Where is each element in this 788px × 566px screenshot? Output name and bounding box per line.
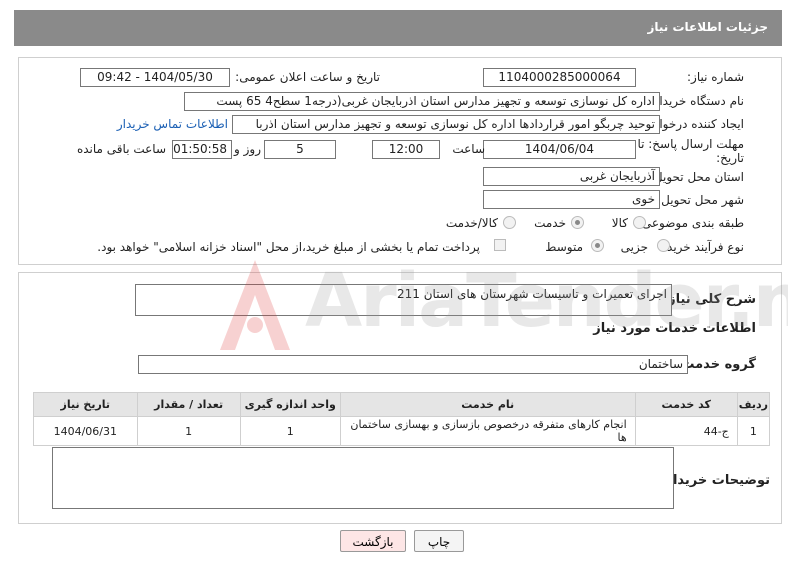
need-number-field: 1104000285000064 [483, 68, 636, 87]
creator-field: توحید چربگو امور قراردادها اداره کل نوسا… [232, 115, 660, 134]
table-row: 1 ج-44 انجام کارهای متفرقه درخصوص بازساز… [33, 416, 771, 446]
province-label: استان محل تحویل: [649, 170, 744, 184]
col-need-date: تاریخ نیاز [33, 392, 138, 417]
need-number-label: شماره نیاز: [687, 70, 744, 84]
service-group-label: گروه خدمت: [676, 357, 756, 372]
buyer-notes-label: توضیحات خریدار: [660, 473, 770, 488]
announce-date-field: 1404/05/30 - 09:42 [80, 68, 230, 87]
purchase-radio-medium[interactable] [591, 239, 604, 252]
announce-date-label: تاریخ و ساعت اعلان عمومی: [235, 70, 380, 84]
treasury-note: پرداخت تمام یا بخشی از مبلغ خرید،از محل … [97, 240, 480, 254]
city-field: خوی [483, 190, 660, 209]
summary-label: شرح کلی نیاز: [662, 292, 756, 307]
service-group-field: ساختمان [138, 355, 688, 374]
back-button[interactable]: بازگشت [340, 530, 406, 552]
time-remaining-label: ساعت باقی مانده [76, 142, 166, 156]
cell-row-number: 1 [736, 416, 771, 446]
province-field: آذربایجان غربی [483, 167, 660, 186]
deadline-time-field: 12:00 [372, 140, 440, 159]
cell-service-name: انجام کارهای متفرقه درخصوص بازسازی و بهس… [339, 416, 636, 446]
deadline-label: مهلت ارسال پاسخ: تا [637, 137, 744, 151]
category-radio-goods[interactable] [633, 216, 646, 229]
page-header: جزئیات اطلاعات نیاز [14, 10, 782, 46]
buyer-org-field: اداره کل نوسازی توسعه و تجهیز مدارس استا… [184, 92, 660, 111]
cell-unit: 1 [239, 416, 341, 446]
col-row-number: ردیف [736, 392, 771, 417]
category-radio-goods-service[interactable] [503, 216, 516, 229]
deadline-label-2: تاریخ: [716, 151, 744, 165]
category-option-service: خدمت [534, 216, 566, 230]
need-info-panel [18, 57, 782, 265]
deadline-time-label: ساعت [452, 142, 485, 156]
category-option-goods: کالا [611, 216, 628, 230]
days-remaining-field: 5 [264, 140, 336, 159]
services-section-title: اطلاعات خدمات مورد نیاز [593, 321, 756, 336]
summary-field: اجرای تعمیرات و تاسیسات شهرستان های استا… [135, 284, 672, 316]
col-unit: واحد اندازه گیری [239, 392, 341, 417]
purchase-option-minor: جزیی [620, 240, 648, 254]
print-button[interactable]: چاپ [414, 530, 464, 552]
table-header-row: ردیف کد خدمت نام خدمت واحد اندازه گیری ت… [33, 392, 771, 417]
category-radio-service[interactable] [571, 216, 584, 229]
deadline-date-field: 1404/06/04 [483, 140, 636, 159]
buyer-notes-field [52, 447, 674, 509]
cell-service-code: ج-44 [634, 416, 738, 446]
treasury-checkbox[interactable] [494, 239, 506, 251]
category-label: طبقه بندی موضوعی: [637, 216, 744, 230]
time-remaining-field: 01:50:58 [172, 140, 232, 159]
days-label: روز و [234, 142, 261, 156]
cell-need-date: 1404/06/31 [33, 416, 138, 446]
page-title: جزئیات اطلاعات نیاز [647, 20, 768, 34]
col-service-code: کد خدمت [634, 392, 738, 417]
purchase-option-medium: متوسط [545, 240, 583, 254]
purchase-type-label: نوع فرآیند خرید : [659, 240, 744, 254]
buyer-org-label: نام دستگاه خریدار: [649, 94, 745, 108]
category-option-goods-service: کالا/خدمت [445, 216, 498, 230]
services-table: ردیف کد خدمت نام خدمت واحد اندازه گیری ت… [33, 392, 771, 446]
cell-quantity: 1 [136, 416, 241, 446]
purchase-radio-minor[interactable] [657, 239, 670, 252]
col-quantity: تعداد / مقدار [136, 392, 241, 417]
buyer-contact-link[interactable]: اطلاعات تماس خریدار [117, 117, 228, 131]
city-label: شهر محل تحویل: [657, 193, 744, 207]
col-service-name: نام خدمت [339, 392, 636, 417]
